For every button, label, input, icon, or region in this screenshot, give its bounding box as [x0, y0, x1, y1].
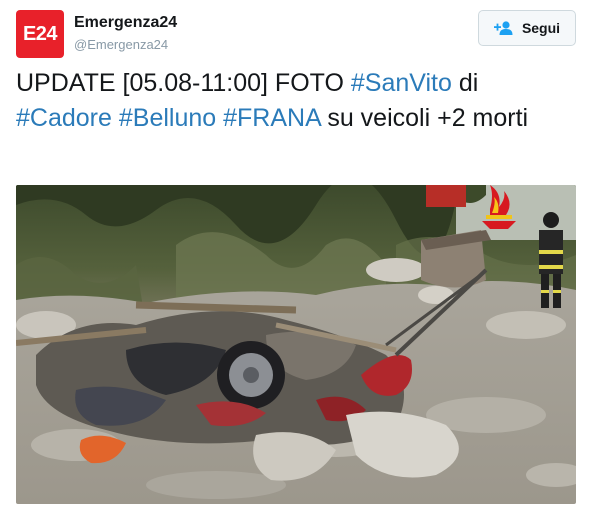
hashtag-link[interactable]: #SanVito: [351, 69, 452, 97]
tweet-text: UPDATE [05.08-11:00] FOTO #SanVito di #C…: [16, 66, 576, 136]
hashtag-link[interactable]: #Cadore: [16, 104, 112, 132]
account-name[interactable]: Emergenza24: [74, 14, 177, 32]
follow-button[interactable]: Segui: [478, 10, 576, 46]
tweet-photo[interactable]: [16, 185, 576, 504]
tweet-text-part: [112, 104, 119, 132]
account-handle[interactable]: @Emergenza24: [74, 37, 168, 52]
tweet-header: E24 Emergenza24 @Emergenza24 Segui: [16, 10, 576, 58]
follow-button-label: Segui: [521, 20, 561, 36]
tweet-text-part: di: [451, 69, 479, 97]
follow-user-icon: [493, 21, 513, 35]
avatar[interactable]: E24: [16, 10, 64, 58]
hashtag-link[interactable]: #FRANA: [223, 104, 320, 132]
tweet-text-part: UPDATE [05.08-11:00] FOTO: [16, 69, 351, 97]
avatar-logo-text: E24: [22, 22, 58, 45]
tweet-text-part: su veicoli +2 morti: [320, 104, 529, 132]
hashtag-link[interactable]: #Belluno: [119, 104, 216, 132]
landslide-photo: [16, 185, 576, 504]
